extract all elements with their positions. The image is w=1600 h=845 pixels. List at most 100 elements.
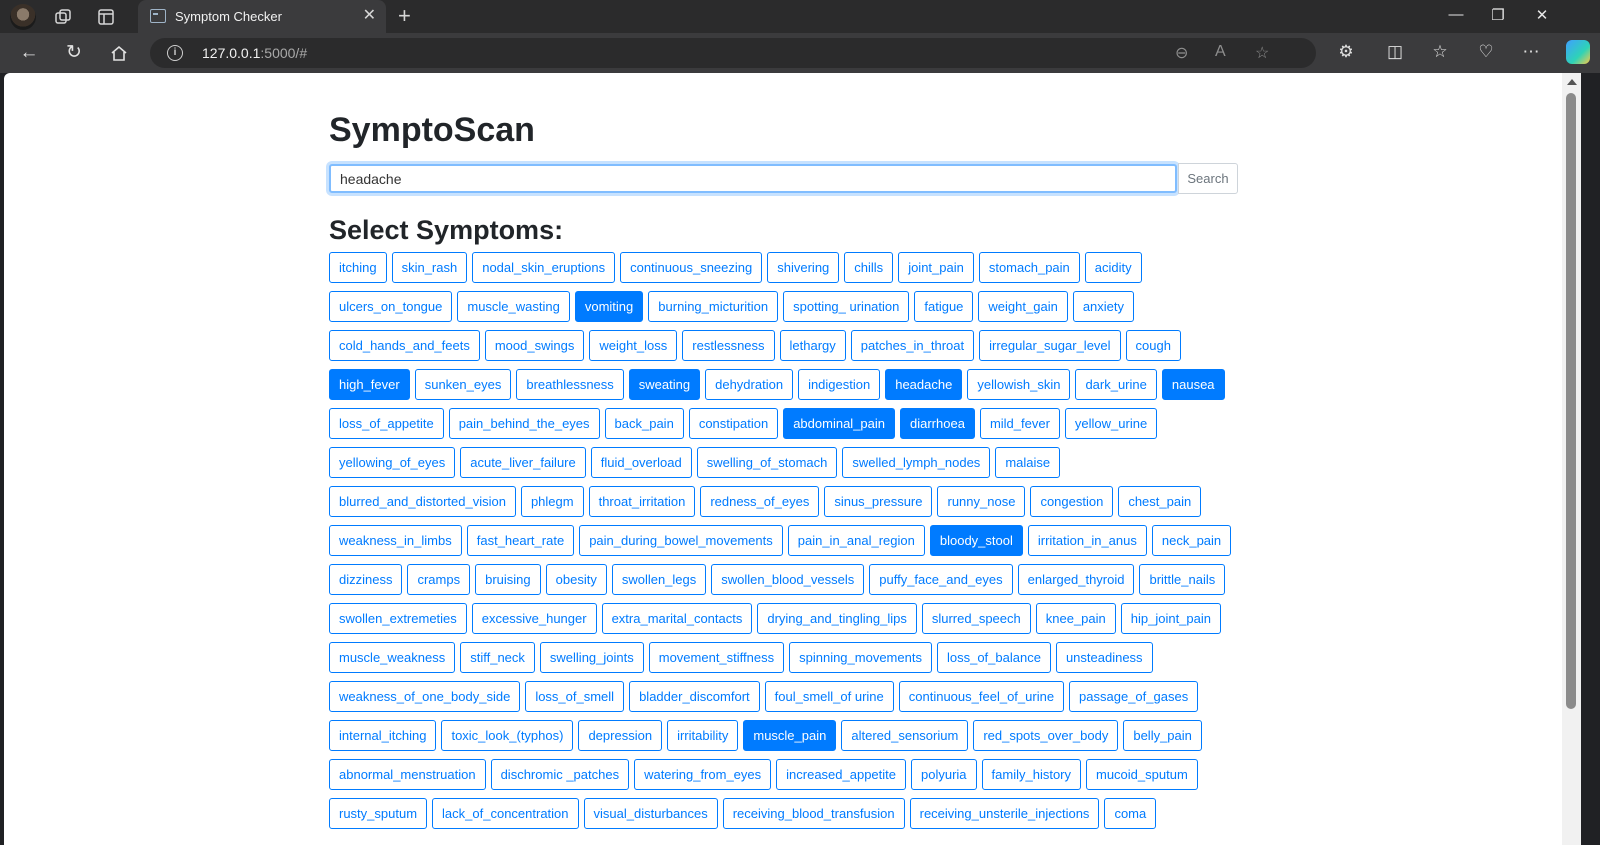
workspaces-icon[interactable] [52, 6, 74, 28]
symptom-button[interactable]: acute_liver_failure [460, 447, 586, 478]
symptom-button[interactable]: shivering [767, 252, 840, 283]
symptom-button[interactable]: loss_of_balance [936, 642, 1051, 673]
new-tab-icon[interactable]: + [398, 3, 411, 29]
symptom-button[interactable]: muscle_weakness [329, 642, 456, 673]
symptom-button[interactable]: neck_pain [1151, 525, 1232, 556]
symptom-button[interactable]: bruising [475, 564, 541, 595]
symptom-button[interactable]: skin_rash [391, 252, 468, 283]
symptom-button[interactable]: pain_in_anal_region [787, 525, 925, 556]
symptom-button[interactable]: malaise [995, 447, 1061, 478]
symptom-button[interactable]: sinus_pressure [824, 486, 933, 517]
symptom-button[interactable]: patches_in_throat [850, 330, 975, 361]
symptom-button[interactable]: yellow_urine [1064, 408, 1158, 439]
symptom-button[interactable]: receiving_unsterile_injections [909, 798, 1100, 829]
symptom-button[interactable]: weight_gain [978, 291, 1068, 322]
symptom-button[interactable]: swollen_legs [611, 564, 707, 595]
symptom-button[interactable]: unsteadiness [1055, 642, 1153, 673]
extensions-icon[interactable]: ⚙ [1335, 42, 1357, 62]
split-screen-icon[interactable]: ◫ [1384, 42, 1406, 62]
search-input[interactable] [329, 164, 1177, 193]
symptom-button[interactable]: diarrhoea [900, 408, 975, 439]
symptom-button[interactable]: ulcers_on_tongue [329, 291, 453, 322]
symptom-button[interactable]: swelling_of_stomach [696, 447, 838, 478]
symptom-button[interactable]: loss_of_smell [525, 681, 625, 712]
symptom-button[interactable]: abnormal_menstruation [329, 759, 486, 790]
symptom-button[interactable]: brittle_nails [1139, 564, 1226, 595]
site-info-icon[interactable]: i [167, 45, 183, 61]
symptom-button[interactable]: fluid_overload [590, 447, 692, 478]
symptom-button[interactable]: red_spots_over_body [973, 720, 1119, 751]
symptom-button[interactable]: irritability [667, 720, 739, 751]
read-aloud-icon[interactable]: A [1215, 43, 1226, 61]
scrollbar[interactable] [1562, 73, 1581, 845]
symptom-button[interactable]: passage_of_gases [1069, 681, 1199, 712]
symptom-button[interactable]: receiving_blood_transfusion [722, 798, 905, 829]
symptom-button[interactable]: polyuria [911, 759, 977, 790]
symptom-button[interactable]: mucoid_sputum [1086, 759, 1198, 790]
symptom-button[interactable]: continuous_feel_of_urine [898, 681, 1065, 712]
scrollbar-thumb[interactable] [1566, 93, 1576, 709]
symptom-button[interactable]: pain_behind_the_eyes [448, 408, 600, 439]
profile-avatar[interactable] [10, 4, 36, 30]
symptom-button[interactable]: lack_of_concentration [432, 798, 579, 829]
symptom-button[interactable]: sunken_eyes [414, 369, 512, 400]
symptom-button[interactable]: bladder_discomfort [629, 681, 760, 712]
symptom-button[interactable]: restlessness [682, 330, 775, 361]
symptom-button[interactable]: muscle_wasting [457, 291, 570, 322]
symptom-button[interactable]: coma [1104, 798, 1157, 829]
symptom-button[interactable]: spotting_ urination [783, 291, 910, 322]
back-arrow-icon[interactable]: ← [17, 41, 41, 65]
scroll-up-arrow-icon[interactable] [1567, 79, 1577, 85]
address-bar[interactable]: i 127.0.0.1:5000/# ⊖ A ☆ [150, 38, 1316, 68]
symptom-button[interactable]: vomiting [574, 291, 644, 322]
restore-icon[interactable]: ❐ [1488, 6, 1508, 24]
symptom-button[interactable]: loss_of_appetite [329, 408, 444, 439]
symptom-button[interactable]: cramps [407, 564, 471, 595]
symptom-button[interactable]: weight_loss [589, 330, 678, 361]
window-close-icon[interactable]: ✕ [1532, 6, 1552, 24]
symptom-button[interactable]: congestion [1030, 486, 1114, 517]
symptom-button[interactable]: constipation [688, 408, 779, 439]
minimize-icon[interactable]: — [1446, 6, 1466, 23]
symptom-button[interactable]: anxiety [1072, 291, 1135, 322]
symptom-button[interactable]: sweating [628, 369, 701, 400]
active-tab[interactable]: Symptom Checker ✕ [138, 0, 386, 33]
url-text[interactable]: 127.0.0.1:5000/# [202, 45, 307, 61]
symptom-button[interactable]: visual_disturbances [583, 798, 718, 829]
symptom-button[interactable]: indigestion [798, 369, 881, 400]
symptom-button[interactable]: extra_marital_contacts [601, 603, 753, 634]
symptom-button[interactable]: increased_appetite [776, 759, 906, 790]
symptom-button[interactable]: weakness_of_one_body_side [329, 681, 521, 712]
symptom-button[interactable]: hip_joint_pain [1120, 603, 1221, 634]
more-menu-icon[interactable]: ⋯ [1520, 42, 1542, 62]
symptom-button[interactable]: swelling_joints [539, 642, 644, 673]
symptom-button[interactable]: internal_itching [329, 720, 437, 751]
symptom-button[interactable]: excessive_hunger [471, 603, 597, 634]
symptom-button[interactable]: irritation_in_anus [1027, 525, 1147, 556]
symptom-button[interactable]: movement_stiffness [648, 642, 785, 673]
zoom-icon[interactable]: ⊖ [1175, 43, 1188, 63]
symptom-button[interactable]: muscle_pain [743, 720, 837, 751]
symptom-button[interactable]: puffy_face_and_eyes [869, 564, 1013, 595]
symptom-button[interactable]: fast_heart_rate [466, 525, 575, 556]
symptom-button[interactable]: belly_pain [1123, 720, 1202, 751]
symptom-button[interactable]: foul_smell_of urine [764, 681, 894, 712]
symptom-button[interactable]: lethargy [779, 330, 846, 361]
symptom-button[interactable]: watering_from_eyes [634, 759, 772, 790]
symptom-button[interactable]: enlarged_thyroid [1017, 564, 1135, 595]
symptom-button[interactable]: dehydration [705, 369, 794, 400]
symptom-button[interactable]: runny_nose [937, 486, 1026, 517]
refresh-icon[interactable]: ↻ [62, 41, 86, 65]
symptom-button[interactable]: spinning_movements [789, 642, 932, 673]
symptom-button[interactable]: pain_during_bowel_movements [579, 525, 783, 556]
search-button[interactable]: Search [1178, 163, 1238, 194]
symptom-button[interactable]: depression [578, 720, 663, 751]
tab-actions-icon[interactable] [95, 6, 117, 28]
symptom-button[interactable]: nausea [1161, 369, 1225, 400]
symptom-button[interactable]: toxic_look_(typhos) [441, 720, 574, 751]
symptom-button[interactable]: altered_sensorium [841, 720, 969, 751]
symptom-button[interactable]: swollen_extremeties [329, 603, 467, 634]
symptom-button[interactable]: bloody_stool [929, 525, 1023, 556]
symptom-button[interactable]: joint_pain [898, 252, 974, 283]
symptom-button[interactable]: phlegm [520, 486, 584, 517]
